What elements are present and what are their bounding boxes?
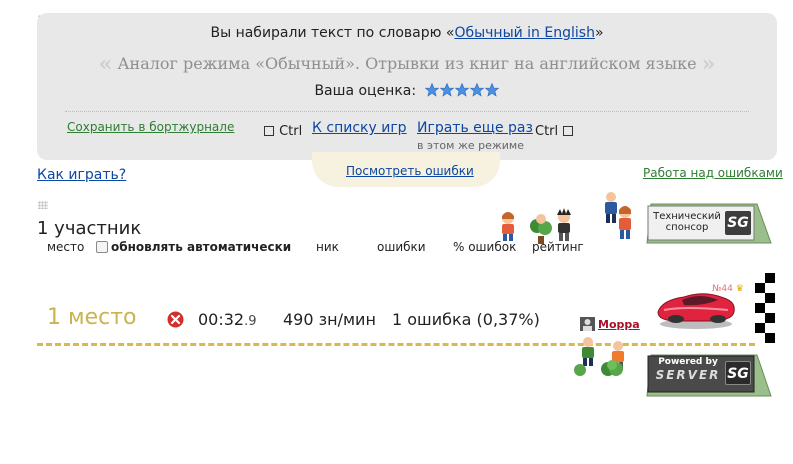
avatar-icon bbox=[601, 360, 623, 376]
quote-open-icon: « bbox=[98, 51, 113, 77]
typing-speed: 490 зн/мин bbox=[283, 310, 376, 329]
drag-grip-participants[interactable] bbox=[38, 201, 48, 209]
rating-stars[interactable] bbox=[424, 82, 500, 101]
powered-logo: SG bbox=[725, 361, 751, 385]
powered-line2: SERVER bbox=[655, 368, 721, 382]
ctrl-checkbox-right[interactable] bbox=[563, 126, 574, 136]
avatar-icon bbox=[502, 212, 514, 241]
save-to-logbook-link[interactable]: Сохранить в бортжурнале bbox=[67, 120, 234, 134]
col-errors: ошибки bbox=[377, 240, 426, 254]
sponsor-logo: SG bbox=[725, 211, 751, 235]
sponsor-line1: Технический bbox=[653, 211, 721, 222]
work-on-errors-link[interactable]: Работа над ошибками bbox=[643, 166, 783, 180]
ctrl-label-left: Ctrl bbox=[279, 124, 303, 139]
sponsor-line2: спонсор bbox=[665, 222, 709, 233]
col-place: место bbox=[47, 240, 85, 254]
avatar-icon[interactable] bbox=[580, 317, 595, 331]
participants-count: 1 участник bbox=[37, 218, 142, 239]
race-track bbox=[37, 343, 755, 346]
race-time: 00:32.9 bbox=[198, 310, 257, 329]
games-list-group: Ctrl bbox=[264, 120, 302, 139]
star-icon[interactable] bbox=[469, 82, 484, 97]
col-error-percent: % ошибок bbox=[453, 240, 517, 254]
dictionary-description: « Аналог режима «Обычный». Отрывки из кн… bbox=[98, 51, 716, 77]
sponsor-sign[interactable]: Технический спонсор SG bbox=[645, 201, 773, 245]
panel-divider bbox=[65, 111, 749, 112]
same-mode-note: в этом же режиме bbox=[417, 139, 524, 152]
avatar-icon bbox=[605, 192, 631, 239]
avatar-icon bbox=[530, 214, 552, 244]
quote-close-icon: » bbox=[701, 51, 716, 77]
how-to-play-link[interactable]: Как играть? bbox=[37, 167, 126, 183]
error-icon bbox=[167, 311, 184, 328]
player-nick-link[interactable]: Морра bbox=[598, 318, 640, 331]
player-place: 1 место bbox=[47, 305, 137, 330]
star-icon[interactable] bbox=[424, 82, 439, 97]
error-count: 1 ошибка (0,37%) bbox=[392, 310, 540, 329]
games-list-link[interactable]: К списку игр bbox=[312, 120, 407, 136]
dictionary-line: Вы набирали текст по словарю «Обычный in… bbox=[210, 25, 604, 41]
powered-by-sign[interactable]: Powered by SERVER SG bbox=[645, 352, 773, 398]
rating-label: Ваша оценка: bbox=[314, 83, 417, 99]
powered-line1: Powered by bbox=[658, 357, 718, 367]
star-icon[interactable] bbox=[454, 82, 469, 97]
auto-refresh-toggle[interactable]: обновлять автоматически bbox=[96, 240, 291, 254]
result-panel: Вы набирали текст по словарю «Обычный in… bbox=[37, 13, 777, 160]
finish-flag-icon bbox=[755, 273, 775, 343]
rating-line: Ваша оценка: bbox=[37, 82, 777, 101]
view-errors-link[interactable]: Посмотреть ошибки bbox=[346, 164, 474, 178]
col-nick: ник bbox=[316, 240, 339, 254]
avatar-icon bbox=[557, 208, 571, 241]
play-again-ctrl-group: Ctrl bbox=[535, 120, 574, 139]
star-icon[interactable] bbox=[439, 82, 454, 97]
ctrl-label-right: Ctrl bbox=[535, 124, 559, 139]
ctrl-checkbox-left[interactable] bbox=[264, 126, 274, 136]
dictionary-link[interactable]: Обычный in English bbox=[454, 25, 595, 41]
auto-refresh-checkbox[interactable] bbox=[96, 241, 108, 253]
star-icon[interactable] bbox=[484, 82, 499, 97]
car-icon bbox=[657, 293, 735, 329]
play-again-link[interactable]: Играть еще раз bbox=[417, 120, 533, 136]
